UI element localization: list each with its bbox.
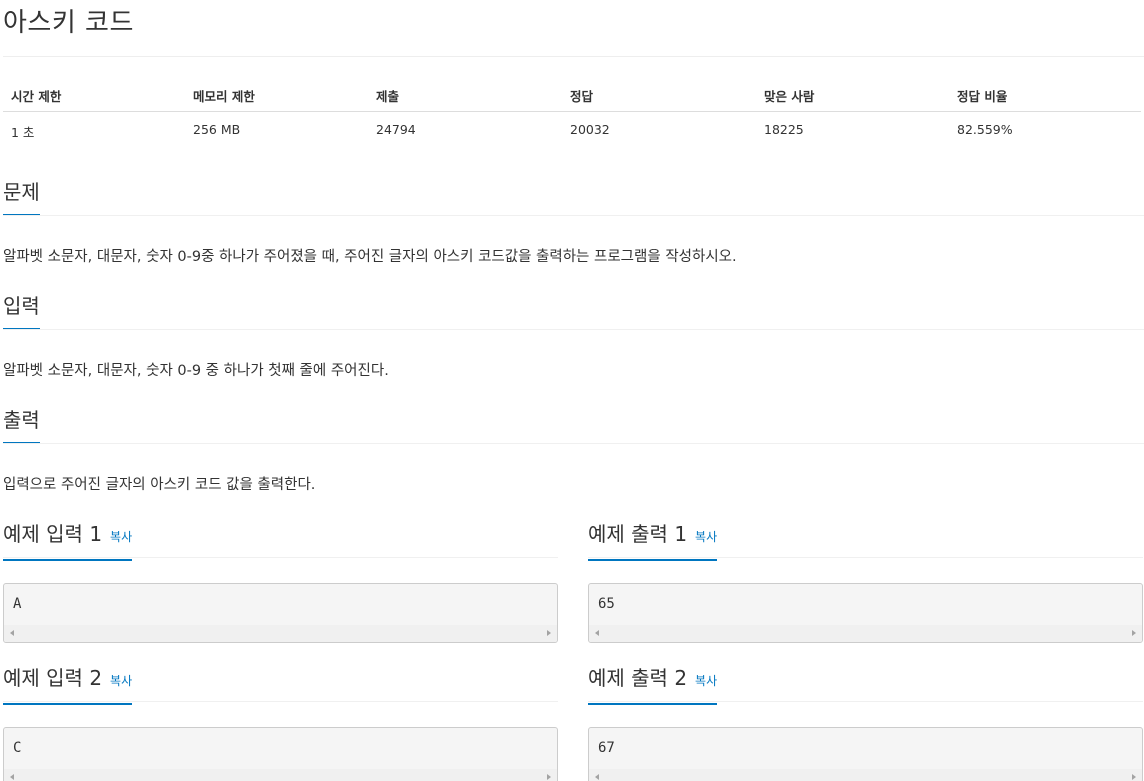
- info-value-memory-limit: 256 MB: [193, 122, 241, 137]
- description-title: 문제: [3, 178, 40, 216]
- info-header-row: 시간 제한 메모리 제한 제출 정답 맞은 사람 정답 비율: [3, 76, 1141, 112]
- sample-output-2-value: 67: [598, 740, 615, 756]
- headline-divider: [588, 557, 1143, 558]
- sample-output-2-title-wrap: 예제 출력 2 복사: [588, 664, 718, 705]
- input-text: 알파벳 소문자, 대문자, 숫자 0-9 중 하나가 첫째 줄에 주어진다.: [3, 363, 389, 379]
- headline-divider: [588, 701, 1143, 702]
- copy-sample-input-1-button[interactable]: 복사: [110, 523, 132, 551]
- title-divider: [3, 56, 1144, 57]
- scroll-right-arrow-icon[interactable]: [547, 630, 551, 636]
- sample-output-2-headline: 예제 출력 2 복사: [588, 664, 1143, 705]
- sample-input-2-title: 예제 입력 2: [3, 666, 103, 690]
- info-value-time-limit: 1 초: [11, 125, 35, 140]
- scroll-left-arrow-icon[interactable]: [595, 630, 599, 636]
- info-value-accept-ratio: 82.559%: [957, 122, 1013, 137]
- sample-input-1-scrollbar[interactable]: [4, 625, 557, 642]
- sample-input-2-headline: 예제 입력 2 복사: [3, 664, 558, 705]
- info-header-time-limit: 시간 제한: [11, 89, 62, 104]
- sample-output-2-title: 예제 출력 2: [588, 666, 688, 690]
- scroll-left-arrow-icon[interactable]: [10, 630, 14, 636]
- sample-input-2: 예제 입력 2 복사 C: [3, 664, 558, 781]
- output-headline: 출력: [3, 406, 1144, 446]
- sample-input-1-title: 예제 입력 1: [3, 522, 103, 546]
- sample-input-2-scrollbar[interactable]: [4, 769, 557, 781]
- sample-input-1-headline: 예제 입력 1 복사: [3, 520, 558, 561]
- sample-input-1-value: A: [13, 596, 22, 612]
- copy-sample-output-1-button[interactable]: 복사: [695, 523, 717, 551]
- sample-output-1-headline: 예제 출력 1 복사: [588, 520, 1143, 561]
- input-section: 입력 알파벳 소문자, 대문자, 숫자 0-9 중 하나가 첫째 줄에 주어진다…: [3, 292, 1144, 379]
- sample-output-2-box[interactable]: 67: [588, 727, 1143, 781]
- output-text: 입력으로 주어진 글자의 아스키 코드 값을 출력한다.: [3, 477, 316, 493]
- input-title: 입력: [3, 292, 40, 330]
- output-title: 출력: [3, 406, 40, 444]
- scroll-left-arrow-icon[interactable]: [595, 774, 599, 780]
- sample-output-1-title-wrap: 예제 출력 1 복사: [588, 520, 718, 561]
- scroll-left-arrow-icon[interactable]: [10, 774, 14, 780]
- headline-divider: [3, 701, 558, 702]
- sample-input-1-box[interactable]: A: [3, 583, 558, 643]
- problem-page: 아스키 코드 시간 제한 메모리 제한 제출 정답 맞은 사람 정답 비율 1 …: [0, 0, 1144, 781]
- input-headline: 입력: [3, 292, 1144, 332]
- info-header-solved-users: 맞은 사람: [764, 89, 815, 104]
- description-text: 알파벳 소문자, 대문자, 숫자 0-9중 하나가 주어졌을 때, 주어진 글자…: [3, 249, 737, 265]
- sample-output-1-scrollbar[interactable]: [589, 625, 1142, 642]
- info-value-submissions: 24794: [376, 122, 416, 137]
- sample-output-1-box[interactable]: 65: [588, 583, 1143, 643]
- info-value-accepted: 20032: [570, 122, 610, 137]
- sample-output-1: 예제 출력 1 복사 65: [588, 520, 1143, 645]
- scroll-right-arrow-icon[interactable]: [1132, 630, 1136, 636]
- copy-sample-output-2-button[interactable]: 복사: [695, 667, 717, 695]
- info-value-solved-users: 18225: [764, 122, 804, 137]
- description-section: 문제 알파벳 소문자, 대문자, 숫자 0-9중 하나가 주어졌을 때, 주어진…: [3, 178, 1144, 265]
- sample-input-2-box[interactable]: C: [3, 727, 558, 781]
- info-header-memory-limit: 메모리 제한: [193, 89, 255, 104]
- info-header-submissions: 제출: [376, 89, 400, 104]
- sample-input-2-title-wrap: 예제 입력 2 복사: [3, 664, 133, 705]
- scroll-right-arrow-icon[interactable]: [547, 774, 551, 780]
- headline-divider: [3, 557, 558, 558]
- info-header-accepted: 정답: [570, 89, 594, 104]
- sample-output-1-title: 예제 출력 1: [588, 522, 688, 546]
- sample-input-1: 예제 입력 1 복사 A: [3, 520, 558, 645]
- headline-divider: [3, 443, 1144, 444]
- sample-input-1-title-wrap: 예제 입력 1 복사: [3, 520, 133, 561]
- info-header-accept-ratio: 정답 비율: [957, 89, 1008, 104]
- sample-output-2-scrollbar[interactable]: [589, 769, 1142, 781]
- info-value-row: 1 초 256 MB 24794 20032 18225 82.559%: [3, 112, 1141, 148]
- output-section: 출력 입력으로 주어진 글자의 아스키 코드 값을 출력한다.: [3, 406, 1144, 493]
- scroll-right-arrow-icon[interactable]: [1132, 774, 1136, 780]
- headline-divider: [3, 329, 1144, 330]
- copy-sample-input-2-button[interactable]: 복사: [110, 667, 132, 695]
- sample-output-2: 예제 출력 2 복사 67: [588, 664, 1143, 781]
- sample-output-1-value: 65: [598, 596, 615, 612]
- description-headline: 문제: [3, 178, 1144, 218]
- sample-input-2-value: C: [13, 740, 22, 756]
- headline-divider: [3, 215, 1144, 216]
- problem-title: 아스키 코드: [3, 8, 134, 38]
- problem-info-table: 시간 제한 메모리 제한 제출 정답 맞은 사람 정답 비율 1 초 256 M…: [3, 76, 1141, 148]
